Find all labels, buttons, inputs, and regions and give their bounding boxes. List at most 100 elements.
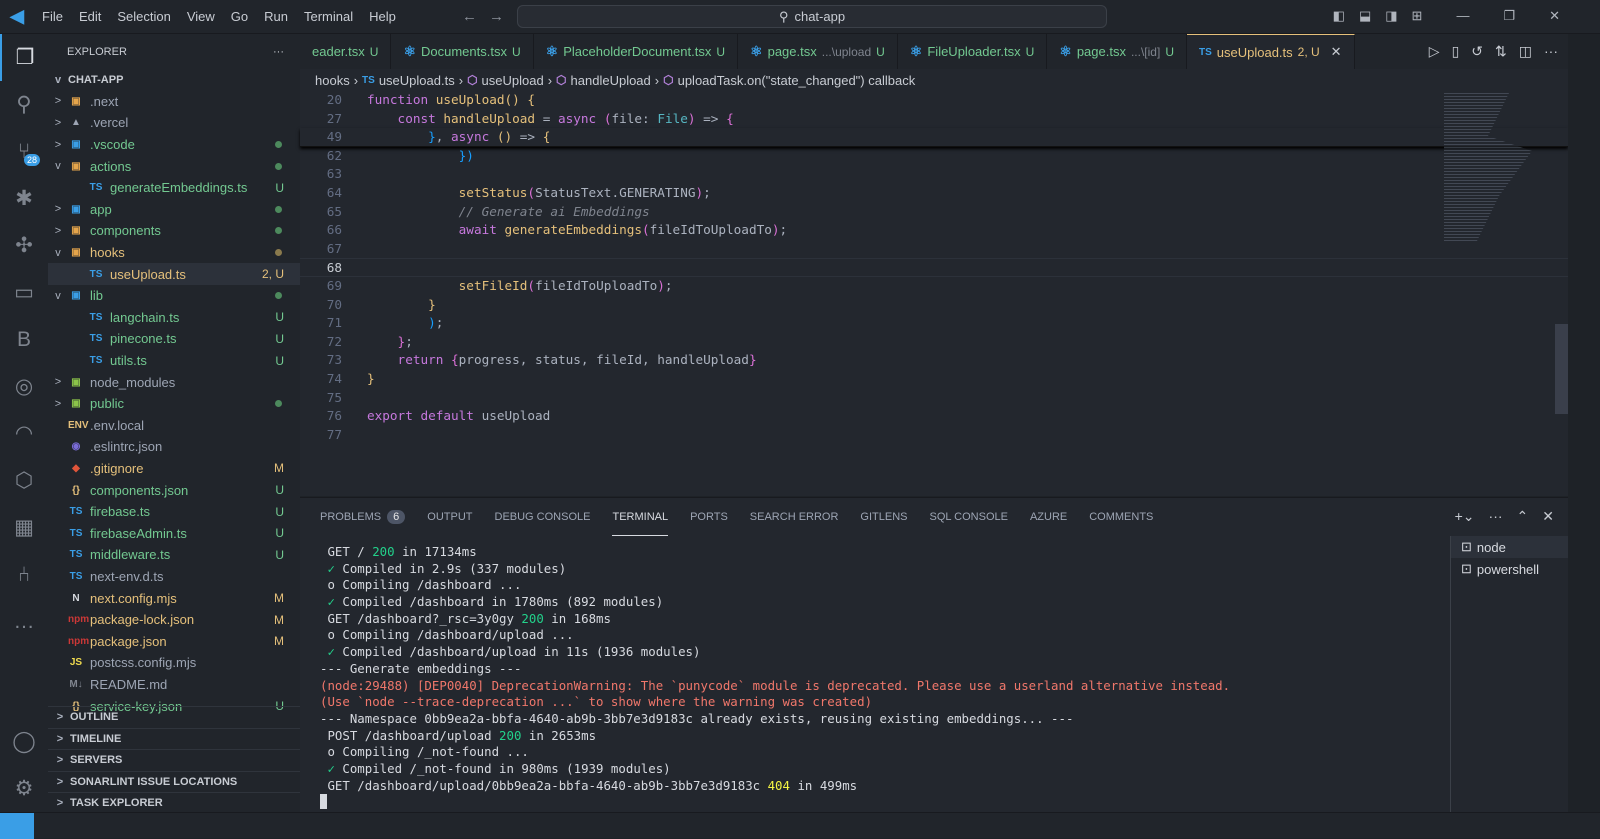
section-outline[interactable]: > OUTLINE (48, 706, 300, 728)
gitlens-icon[interactable]: ⑃ (0, 551, 48, 598)
terminal-instance-powershell[interactable]: ⊡ powershell (1451, 558, 1568, 580)
file-item[interactable]: ENV .env.local (48, 415, 300, 437)
file-item[interactable]: TS pinecone.ts U (48, 328, 300, 350)
breadcrumb-item[interactable]: useUpload.ts (379, 73, 455, 88)
file-item[interactable]: Nnext.config.mjs M (48, 587, 300, 609)
remote-indicator[interactable] (0, 813, 34, 839)
file-item[interactable]: TS generateEmbeddings.ts U (48, 177, 300, 199)
file-item[interactable]: ◆ .gitignore M (48, 458, 300, 480)
file-item[interactable]: TS firebaseAdmin.ts U (48, 522, 300, 544)
section-servers[interactable]: > SERVERS (48, 749, 300, 771)
workspace-root[interactable]: v CHAT-APP (48, 69, 300, 91)
debug-icon[interactable]: ✱ (0, 175, 48, 222)
section-timeline[interactable]: > TIMELINE (48, 727, 300, 750)
panel-tab-comments[interactable]: COMMENTS (1089, 498, 1153, 536)
tab-eader-tsx[interactable]: ⚛eader.tsxU (300, 34, 392, 69)
panel-tab-problems[interactable]: PROBLEMS 6 (320, 498, 406, 536)
menu-selection[interactable]: Selection (117, 9, 170, 24)
folder-item[interactable]: > ▣ .next (48, 91, 300, 113)
folder-item[interactable]: > ▣ public (48, 393, 300, 415)
settings-gear-icon[interactable]: ⚙ (0, 765, 48, 812)
run-icon[interactable]: ▷ (1429, 43, 1440, 60)
search-icon[interactable]: ⚲ (0, 81, 48, 128)
terminal-instance-node[interactable]: ⊡ node (1451, 536, 1568, 558)
folder-item[interactable]: > ▣ components (48, 220, 300, 242)
section-task-explorer[interactable]: > TASK EXPLORER (48, 792, 300, 812)
toggle-secondary-sidebar-icon[interactable]: ◨ (1385, 8, 1397, 24)
file-item[interactable]: M↓ README.md (48, 674, 300, 696)
file-item[interactable]: TS langchain.ts U (48, 307, 300, 329)
new-terminal-icon[interactable]: +⌄ (1455, 508, 1475, 525)
editor-scrollbar[interactable] (1555, 324, 1568, 414)
menu-run[interactable]: Run (264, 9, 288, 24)
files-icon[interactable]: ❐ (0, 34, 48, 81)
panel-tab-ports[interactable]: PORTS (690, 498, 728, 536)
terminal-output[interactable]: GET / 200 in 17134ms ✓ Compiled in 2.9s … (320, 544, 1230, 811)
file-item[interactable]: TS useUpload.ts 2, U (48, 263, 300, 285)
folder-item[interactable]: v ▣ hooks (48, 242, 300, 264)
panel-tab-terminal[interactable]: TERMINAL (612, 498, 669, 536)
testing-icon[interactable]: ◎ (0, 363, 48, 410)
file-item[interactable]: TS firebase.ts U (48, 501, 300, 523)
file-item[interactable]: TS middleware.ts U (48, 544, 300, 566)
folder-item[interactable]: > ▲ .vercel (48, 112, 300, 134)
split-editor-icon[interactable]: ◫ (1519, 43, 1532, 60)
menu-file[interactable]: File (42, 9, 63, 24)
history-icon[interactable]: ↺ (1471, 43, 1483, 60)
file-item[interactable]: {} components.json U (48, 479, 300, 501)
close-panel-icon[interactable]: ✕ (1542, 508, 1554, 525)
restore-icon[interactable]: ❐ (1503, 8, 1515, 24)
breadcrumb-item[interactable]: useUpload (482, 73, 544, 88)
panel-tab-gitlens[interactable]: GITLENS (860, 498, 907, 536)
close-tab-icon[interactable]: ✕ (1331, 44, 1342, 60)
file-item[interactable]: JS postcss.config.mjs (48, 652, 300, 674)
file-item[interactable]: TS next-env.d.ts (48, 566, 300, 588)
docker-icon[interactable]: ▦ (0, 504, 48, 551)
code-editor[interactable]: 20 function useUpload() {27 const handleU… (300, 91, 1568, 444)
menu-view[interactable]: View (187, 9, 215, 24)
more-icon[interactable]: ··· (1489, 508, 1503, 525)
menu-terminal[interactable]: Terminal (304, 9, 353, 24)
b-extension-icon[interactable]: B (0, 316, 48, 363)
panel-tab-sql-console[interactable]: SQL CONSOLE (930, 498, 1008, 536)
more-icon[interactable]: ··· (1544, 43, 1558, 60)
toggle-sidebar-icon[interactable]: ◧ (1333, 8, 1345, 24)
tab-documents-tsx[interactable]: ⚛ Documents.tsx U (391, 34, 534, 69)
folder-item[interactable]: v ▣ actions (48, 155, 300, 177)
file-item[interactable]: ◉ .eslintrc.json (48, 436, 300, 458)
panel-tab-debug-console[interactable]: DEBUG CONSOLE (495, 498, 591, 536)
minimize-icon[interactable]: — (1456, 8, 1469, 24)
tab-placeholderdocument-tsx[interactable]: ⚛ PlaceholderDocument.tsx U (534, 34, 739, 69)
panel-tab-search-error[interactable]: SEARCH ERROR (750, 498, 839, 536)
command-center-search[interactable]: ⚲ chat-app (517, 5, 1107, 28)
source-control-icon[interactable]: ⑂ 28 (0, 128, 48, 175)
file-item[interactable]: npm package-lock.json M (48, 609, 300, 631)
remote-explorer-icon[interactable]: ▭ (0, 269, 48, 316)
file-item[interactable]: TS utils.ts U (48, 350, 300, 372)
breadcrumb-item[interactable]: hooks (315, 73, 350, 88)
menu-edit[interactable]: Edit (79, 9, 101, 24)
compare-changes-icon[interactable]: ⇅ (1495, 43, 1507, 60)
tab-fileuploader-tsx[interactable]: ⚛ FileUploader.tsx U (898, 34, 1048, 69)
wave-icon[interactable]: ◠ (0, 410, 48, 457)
tab-page-tsx[interactable]: ⚛ page.tsx ...\[id] U (1047, 34, 1187, 69)
breadcrumb-item[interactable]: uploadTask.on("state_changed") callback (678, 73, 916, 88)
folder-item[interactable]: v ▣ lib (48, 285, 300, 307)
toggle-panel-icon[interactable]: ⬓ (1359, 8, 1371, 24)
file-item[interactable]: npm package.json M (48, 630, 300, 652)
tab-useupload-ts[interactable]: TS useUpload.ts 2, U ✕ (1186, 34, 1355, 69)
tab-page-tsx[interactable]: ⚛ page.tsx ...\upload U (738, 34, 898, 69)
menu-help[interactable]: Help (369, 9, 396, 24)
extensions-icon[interactable]: ✣ (0, 222, 48, 269)
folder-item[interactable]: > ▣ node_modules (48, 371, 300, 393)
nav-arrows[interactable]: ←→ (462, 8, 516, 25)
panel-tab-azure[interactable]: AZURE (1030, 498, 1067, 536)
folder-item[interactable]: > ▣ app (48, 199, 300, 221)
menu-go[interactable]: Go (231, 9, 248, 24)
more-actions-icon[interactable]: ··· (273, 46, 284, 58)
close-window-icon[interactable]: ✕ (1549, 8, 1560, 24)
cube-icon[interactable]: ⬡ (0, 457, 48, 504)
account-icon[interactable]: ◯ (0, 718, 48, 765)
panel-tab-output[interactable]: OUTPUT (427, 498, 472, 536)
folder-item[interactable]: > ▣ .vscode (48, 134, 300, 156)
